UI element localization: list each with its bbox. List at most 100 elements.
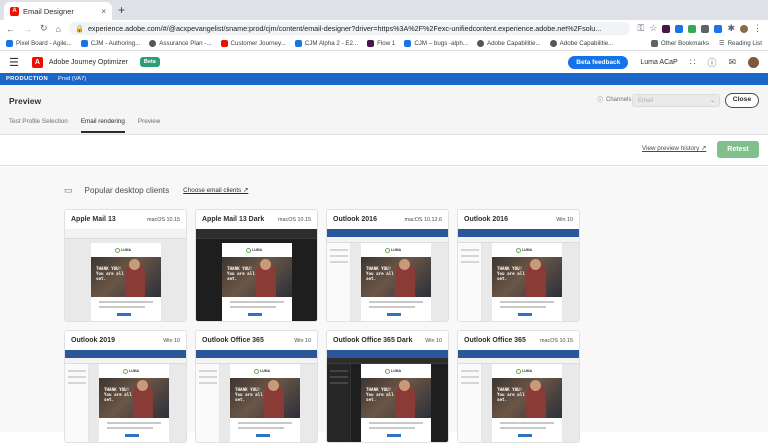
beta-feedback-button[interactable]: Beta feedback: [568, 55, 629, 69]
extension-icon[interactable]: [688, 24, 697, 33]
email-client-card[interactable]: Apple Mail 13 Dark macOS 10.15 LUMA THANK Y…: [195, 209, 318, 322]
extension-icon[interactable]: [662, 24, 671, 33]
cta-button: [387, 313, 401, 316]
tab-test-profile-selection[interactable]: Test Profile Selection: [9, 118, 68, 133]
other-bookmarks[interactable]: Other Bookmarks: [650, 40, 709, 47]
home-icon[interactable]: ⌂: [56, 24, 61, 34]
env-name[interactable]: Prod (VA7): [58, 76, 86, 82]
logo-text: LUMA: [129, 369, 140, 373]
bookmark[interactable]: Flow 1: [367, 40, 395, 47]
cta-button: [518, 313, 532, 316]
text-line: [107, 427, 153, 429]
reading-list[interactable]: ☰ Reading List: [719, 40, 762, 47]
hero-text: THANK YOU! You are all set.: [227, 266, 255, 281]
notifications-bell-icon[interactable]: ✉: [728, 57, 736, 68]
hero-text: THANK YOU! You are all set.: [366, 266, 394, 281]
view-preview-history-link[interactable]: View preview history ↗: [642, 145, 706, 152]
client-name: Outlook Office 365 Dark: [333, 337, 413, 344]
email-client-card[interactable]: Outlook Office 365 Dark Win 10 LUMA THANK Y…: [326, 330, 449, 443]
user-avatar[interactable]: [748, 56, 759, 68]
close-button[interactable]: Close: [725, 93, 759, 108]
email-client-card[interactable]: Outlook Office 365 macOS 10.15 LUMA THANK Y…: [457, 330, 580, 443]
email-client-card[interactable]: Apple Mail 13 macOS 10.15 LUMA THANK YOU! Y…: [64, 209, 187, 322]
email-render-thumbnail[interactable]: LUMA THANK YOU! You are all set.: [458, 229, 579, 321]
email-render-thumbnail[interactable]: LUMA THANK YOU! You are all set.: [196, 229, 317, 321]
text-line: [369, 422, 423, 424]
browser-tab[interactable]: A Email Designer ×: [4, 2, 112, 20]
text-line: [230, 301, 284, 303]
sidebar-line: [330, 376, 348, 378]
email-render-thumbnail[interactable]: LUMA THANK YOU! You are all set.: [65, 229, 186, 321]
key-icon[interactable]: ⚿: [638, 23, 645, 34]
org-switcher[interactable]: Luma ACaP: [640, 59, 677, 66]
bookmark[interactable]: Adobe Capabilitie...: [549, 40, 614, 47]
bookmark-label: Assurance Plan -...: [159, 40, 212, 47]
tab-close-icon[interactable]: ×: [101, 7, 106, 16]
cta-button: [248, 313, 262, 316]
new-tab-icon[interactable]: +: [118, 3, 125, 17]
extension-icon[interactable]: [701, 24, 710, 33]
email-render-thumbnail[interactable]: LUMA THANK YOU! You are all set.: [458, 350, 579, 442]
hamburger-menu-icon[interactable]: ☰: [9, 56, 19, 69]
tab-preview[interactable]: Preview: [138, 118, 160, 133]
puzzle-icon[interactable]: ✱: [727, 23, 735, 34]
text-line: [107, 422, 161, 424]
tab-email-rendering[interactable]: Email rendering: [80, 118, 125, 133]
hero-image: THANK YOU! You are all set.: [492, 378, 562, 418]
logo-text: LUMA: [522, 248, 533, 252]
bookmark-label: Adobe Capabilitie...: [559, 40, 614, 47]
choose-email-clients-link[interactable]: Choose email clients ↗: [183, 187, 248, 194]
bookmark[interactable]: CJM – bugs -alph...: [404, 40, 468, 47]
mail-sidebar: [196, 364, 220, 442]
outlook-ribbon: [458, 350, 579, 358]
email-render-thumbnail[interactable]: LUMA THANK YOU! You are all set.: [327, 350, 448, 442]
luma-logo: LUMA: [246, 247, 268, 253]
url-field[interactable]: 🔒 experience.adobe.com/#/@acxpevangelist…: [68, 22, 630, 35]
email-render-thumbnail[interactable]: LUMA THANK YOU! You are all set.: [65, 350, 186, 442]
forward-icon[interactable]: →: [23, 24, 32, 34]
cta-button: [256, 434, 270, 437]
hero-image: THANK YOU! You are all set.: [230, 378, 300, 418]
luma-logo: LUMA: [123, 368, 145, 374]
star-icon[interactable]: ☆: [649, 23, 657, 34]
menu-dots-icon[interactable]: ⋮: [753, 23, 762, 34]
email-client-card[interactable]: Outlook Office 365 Win 10 LUMA THANK YOU! Y…: [195, 330, 318, 443]
mail-sidebar: [458, 243, 482, 321]
external-link-icon: ↗: [243, 187, 249, 194]
extension-icon[interactable]: [714, 24, 723, 33]
text-line: [500, 301, 554, 303]
hero-image: THANK YOU! You are all set.: [361, 257, 431, 297]
bookmark-icon: [404, 40, 412, 47]
bookmark-icon: [367, 40, 375, 47]
retest-button[interactable]: Retest: [717, 141, 759, 158]
bookmark[interactable]: CJM Alpha 2 - E2...: [294, 40, 358, 47]
extension-icon[interactable]: [675, 24, 684, 33]
help-icon[interactable]: ⓘ: [707, 56, 716, 69]
hero-head: [530, 259, 541, 270]
profile-avatar[interactable]: [740, 24, 748, 33]
email-client-card[interactable]: Outlook 2016 macOS 10.12.6 LUMA THANK YOU! …: [326, 209, 449, 322]
logo-text: LUMA: [252, 248, 263, 252]
channels-select[interactable]: Email ⌄: [632, 94, 720, 107]
bookmark-label: Flow 1: [377, 40, 396, 47]
sidebar-line: [461, 376, 479, 378]
email-render-thumbnail[interactable]: LUMA THANK YOU! You are all set.: [327, 229, 448, 321]
sidebar-line: [461, 249, 479, 251]
back-icon[interactable]: ←: [6, 24, 15, 34]
reading-list-label: Reading List: [727, 40, 762, 47]
bookmark[interactable]: Adobe Capabilitie...: [476, 40, 541, 47]
apps-grid-icon[interactable]: ∷: [690, 57, 696, 68]
rendering-content: ▭ Popular desktop clients Choose email c…: [0, 167, 768, 443]
hero-text: THANK YOU! You are all set.: [104, 387, 132, 402]
reload-icon[interactable]: ↻: [40, 23, 48, 34]
email-client-card[interactable]: Outlook 2016 Win 10 LUMA THANK YOU! You are…: [457, 209, 580, 322]
preview-tabs: Test Profile Selection Email rendering P…: [9, 118, 160, 133]
bookmark[interactable]: Assurance Plan -...: [149, 40, 212, 47]
sidebar-line: [330, 382, 348, 384]
bookmark[interactable]: Pixel Board - Agile...: [6, 40, 72, 47]
bookmark[interactable]: CJM - Authoring...: [80, 40, 140, 47]
email-body: LUMA THANK YOU! You are all set.: [361, 243, 431, 321]
email-client-card[interactable]: Outlook 2019 Win 10 LUMA THANK YOU! You are…: [64, 330, 187, 443]
bookmark[interactable]: Customer Journey...: [220, 40, 286, 47]
email-render-thumbnail[interactable]: LUMA THANK YOU! You are all set.: [196, 350, 317, 442]
